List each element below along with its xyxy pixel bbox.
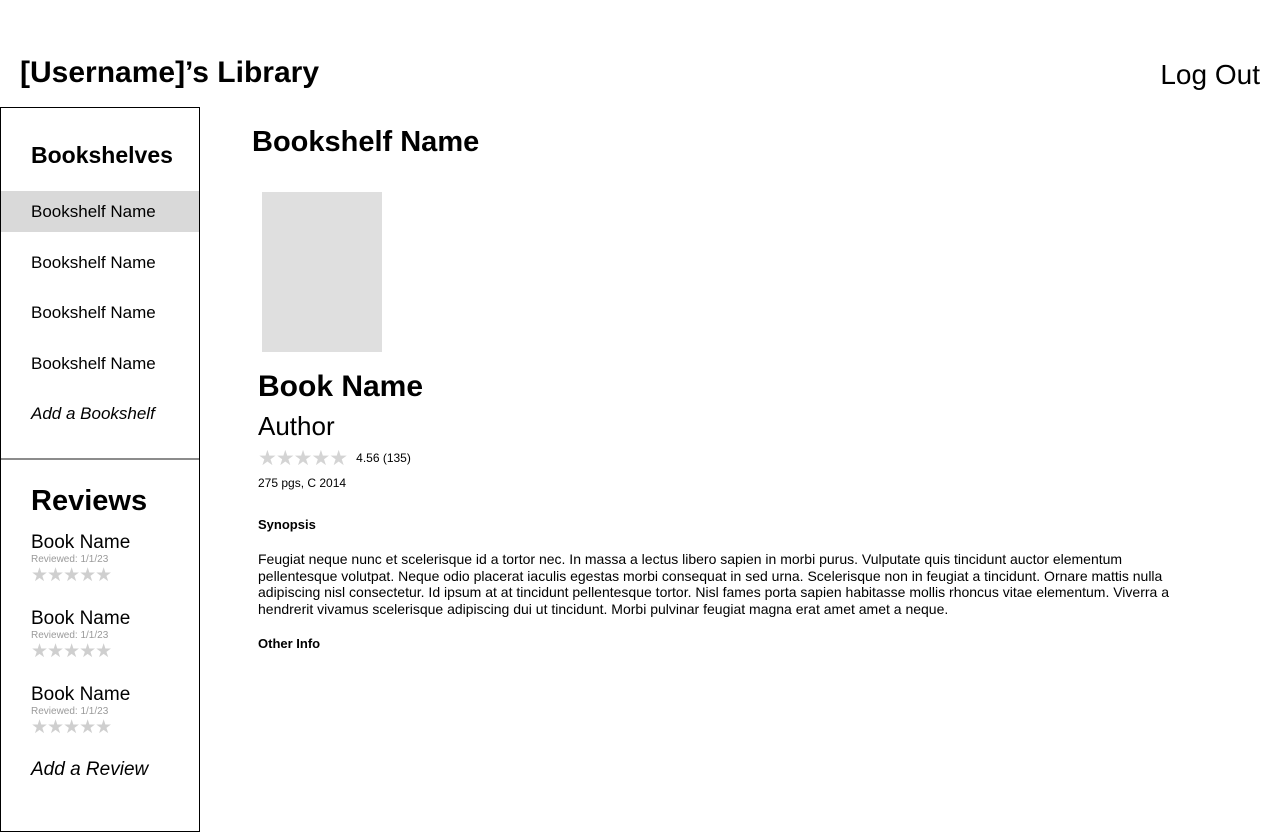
sidebar-item-bookshelf[interactable]: Bookshelf Name bbox=[1, 292, 199, 333]
bookshelf-list: Bookshelf Name Bookshelf Name Bookshelf … bbox=[1, 191, 199, 444]
add-review-link[interactable]: Add a Review bbox=[31, 758, 148, 782]
reviews-heading: Reviews bbox=[31, 485, 148, 517]
book-rating: ★★★★★ 4.56 (135) bbox=[258, 446, 411, 470]
log-out-link[interactable]: Log Out bbox=[1160, 58, 1260, 92]
synopsis-heading: Synopsis bbox=[258, 517, 316, 532]
review-list: Book Name Reviewed: 1/1/23 ★★★★★ Book Na… bbox=[31, 532, 196, 760]
review-item[interactable]: Book Name Reviewed: 1/1/23 ★★★★★ bbox=[31, 532, 196, 608]
page-title: [Username]’s Library bbox=[20, 56, 320, 89]
star-rating-icon: ★★★★★ bbox=[31, 565, 112, 586]
star-rating-icon: ★★★★★ bbox=[31, 641, 112, 662]
synopsis-text: Feugiat neque nunc et scelerisque id a t… bbox=[258, 551, 1169, 617]
sidebar-divider bbox=[1, 458, 199, 460]
review-book-name: Book Name bbox=[31, 532, 131, 553]
other-info-heading: Other Info bbox=[258, 636, 321, 651]
star-rating-icon: ★★★★★ bbox=[31, 717, 112, 738]
sidebar-item-bookshelf[interactable]: Bookshelf Name bbox=[1, 191, 199, 232]
sidebar-item-bookshelf[interactable]: Bookshelf Name bbox=[1, 343, 199, 384]
review-item[interactable]: Book Name Reviewed: 1/1/23 ★★★★★ bbox=[31, 684, 196, 760]
add-bookshelf-link[interactable]: Add a Bookshelf bbox=[1, 393, 199, 434]
review-item[interactable]: Book Name Reviewed: 1/1/23 ★★★★★ bbox=[31, 608, 196, 684]
review-book-name: Book Name bbox=[31, 608, 131, 629]
book-title: Book Name bbox=[258, 370, 424, 403]
library-page: [Username]’s Library Log Out Bookshelves… bbox=[0, 0, 1280, 832]
review-book-name: Book Name bbox=[31, 684, 131, 705]
book-author: Author bbox=[258, 411, 335, 441]
sidebar: Bookshelves Bookshelf Name Bookshelf Nam… bbox=[0, 107, 200, 832]
bookshelves-section: Bookshelves Bookshelf Name Bookshelf Nam… bbox=[1, 108, 199, 458]
sidebar-item-bookshelf[interactable]: Bookshelf Name bbox=[1, 242, 199, 283]
star-rating-icon: ★★★★★ bbox=[258, 446, 348, 470]
book-meta: 275 pgs, C 2014 bbox=[258, 476, 347, 490]
bookshelves-heading: Bookshelves bbox=[31, 142, 173, 168]
bookshelf-title: Bookshelf Name bbox=[252, 126, 480, 158]
rating-value: 4.56 (135) bbox=[356, 451, 411, 465]
book-cover-image[interactable] bbox=[262, 192, 382, 352]
